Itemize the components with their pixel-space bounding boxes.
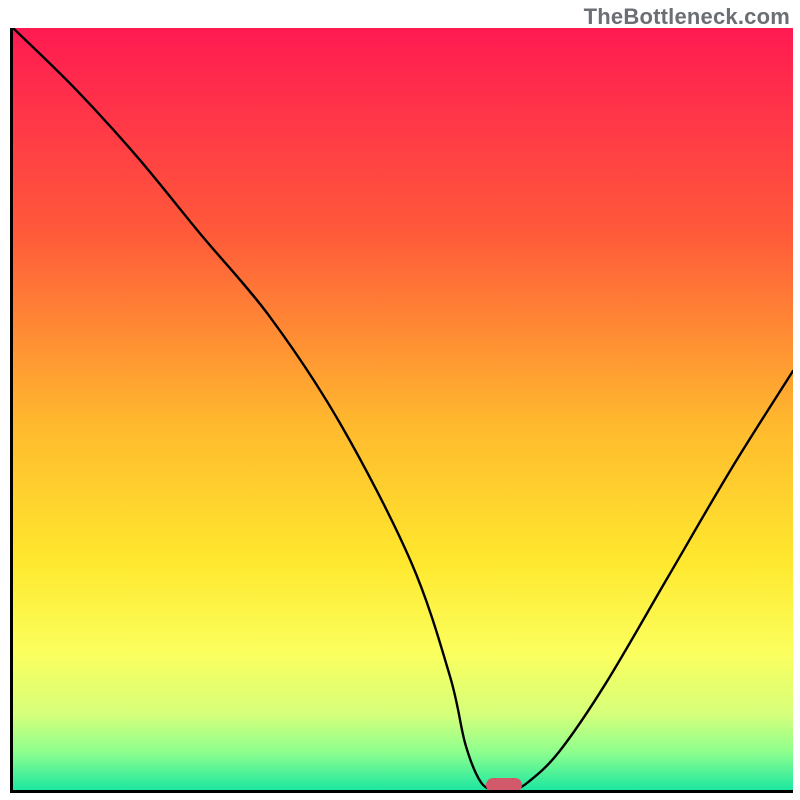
optimal-marker [486,778,522,792]
chart-frame: TheBottleneck.com [0,0,800,800]
watermark-text: TheBottleneck.com [584,4,790,30]
plot-area [10,28,793,793]
bottleneck-curve [13,28,793,790]
